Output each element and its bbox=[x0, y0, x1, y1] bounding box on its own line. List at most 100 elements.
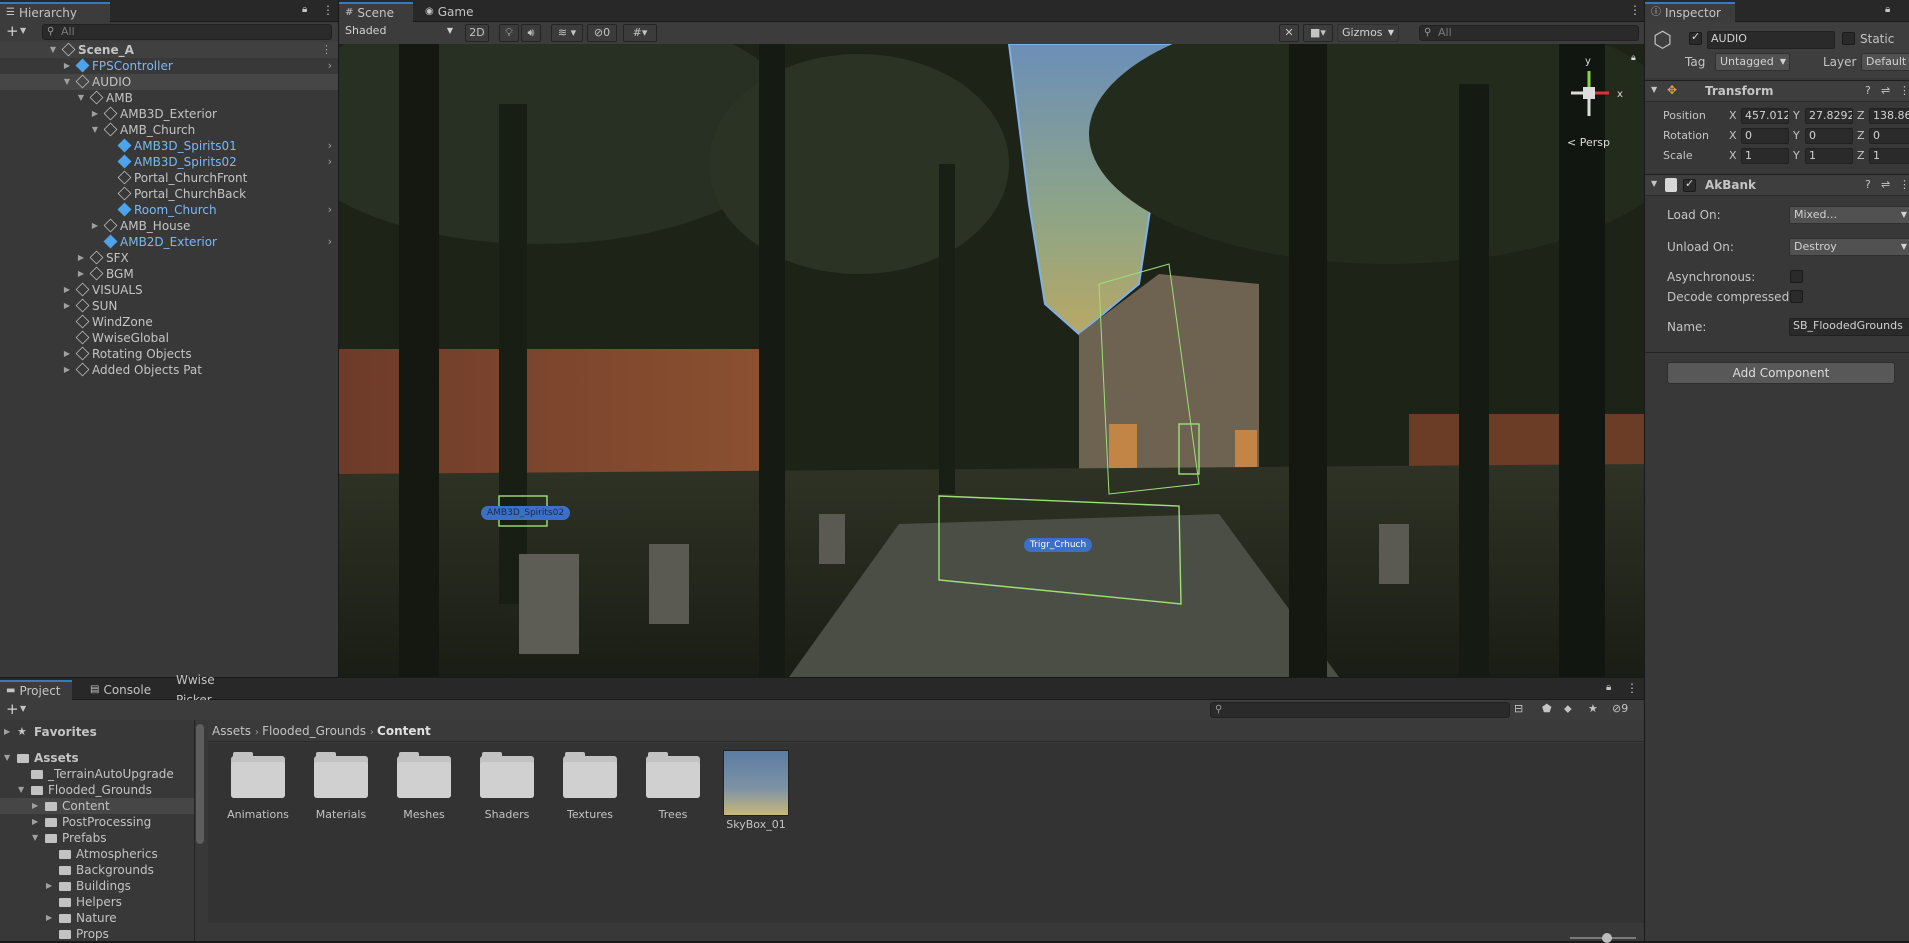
hierarchy-row[interactable]: Portal_ChurchBack bbox=[0, 186, 338, 202]
tab-project[interactable]: ▬ Project bbox=[0, 680, 72, 700]
transform-position-z-field[interactable]: 138.86 bbox=[1869, 108, 1909, 124]
asset-item[interactable]: Animations bbox=[223, 752, 293, 821]
tag-dropdown[interactable]: Untagged ▼ bbox=[1715, 53, 1790, 71]
create-asset-button[interactable]: + bbox=[6, 700, 19, 718]
help-icon[interactable]: ? bbox=[1865, 84, 1871, 97]
breadcrumb-assets[interactable]: Assets bbox=[212, 724, 251, 738]
project-tree-item[interactable]: Helpers bbox=[0, 894, 194, 910]
hierarchy-row[interactable]: AMB3D_Spirits01 › bbox=[0, 138, 338, 154]
project-tree-item[interactable]: Props bbox=[0, 926, 194, 941]
hierarchy-row[interactable]: ▶ VISUALS bbox=[0, 282, 338, 298]
chevron-down-icon[interactable]: ▼ bbox=[4, 750, 10, 766]
add-dropdown-icon[interactable]: ▼ bbox=[20, 26, 26, 35]
hierarchy-row[interactable]: ▶ AMB3D_Exterior bbox=[0, 106, 338, 122]
filter-label-icon[interactable]: ⬟ bbox=[1542, 702, 1552, 715]
grid-snap-icon[interactable]: #▾ bbox=[623, 24, 657, 42]
project-search-input[interactable]: ⚲ bbox=[1210, 702, 1510, 718]
hierarchy-row[interactable]: Room_Church › bbox=[0, 202, 338, 218]
tab-scene[interactable]: # Scene bbox=[339, 2, 413, 22]
hierarchy-row[interactable]: WindZone bbox=[0, 314, 338, 330]
hierarchy-row[interactable]: ▶ AMB_House bbox=[0, 218, 338, 234]
transform-rotation-z-field[interactable]: 0 bbox=[1869, 128, 1909, 144]
transform-position-x-field[interactable]: 457.012 bbox=[1741, 108, 1789, 124]
add-object-button[interactable]: + bbox=[6, 22, 19, 40]
bank-name-field[interactable]: SB_FloodedGrounds bbox=[1789, 318, 1909, 336]
project-tree-item[interactable]: _TerrainAutoUpgrade bbox=[0, 766, 194, 782]
tab-inspector[interactable]: ⓘ Inspector bbox=[1645, 2, 1735, 22]
add-dropdown-icon[interactable]: ▼ bbox=[20, 704, 26, 713]
favorite-star-icon[interactable]: ★ bbox=[1588, 702, 1598, 715]
chevron-right-icon[interactable]: ▶ bbox=[62, 58, 72, 74]
tab-wwise-picker[interactable]: Wwise Picker bbox=[170, 673, 260, 707]
hierarchy-row[interactable]: ▶ SFX bbox=[0, 250, 338, 266]
effects-toggle-icon[interactable]: ≋ ▾ bbox=[551, 24, 583, 42]
akbank-header[interactable]: ▼ AkBank ? ⇌ ⋮ bbox=[1645, 174, 1909, 196]
load-on-dropdown[interactable]: Mixed... ▼ bbox=[1789, 206, 1909, 224]
tree-scrollbar[interactable] bbox=[196, 724, 204, 844]
hidden-packages-button[interactable]: ⊘9 bbox=[1612, 702, 1628, 715]
tab-hierarchy[interactable]: ☰ Hierarchy bbox=[0, 2, 110, 22]
decode-checkbox[interactable] bbox=[1790, 290, 1803, 303]
search-by-type-icon[interactable]: ⊟ bbox=[1514, 702, 1523, 715]
lock-icon[interactable]: 🔒︎ bbox=[1885, 4, 1890, 15]
project-tree-item[interactable]: ▶ Nature bbox=[0, 910, 194, 926]
chevron-down-icon[interactable]: ▼ bbox=[48, 42, 58, 58]
gizmos-dropdown[interactable]: Gizmos ▼ bbox=[1337, 24, 1399, 42]
lighting-toggle-icon[interactable]: 💡︎ bbox=[499, 24, 519, 42]
kebab-menu-icon[interactable]: ⋮ bbox=[321, 42, 332, 58]
tab-game[interactable]: ◉ Game bbox=[419, 2, 479, 22]
asset-item[interactable]: Shaders bbox=[472, 752, 542, 821]
chevron-down-icon[interactable]: ▼ bbox=[32, 830, 38, 846]
kebab-menu-icon[interactable]: ⋮ bbox=[1899, 84, 1909, 97]
lock-icon[interactable]: 🔒︎ bbox=[1631, 53, 1636, 63]
asset-item[interactable]: Materials bbox=[306, 752, 376, 821]
hierarchy-row[interactable]: AMB3D_Spirits02 › bbox=[0, 154, 338, 170]
zoom-slider-thumb[interactable] bbox=[1602, 933, 1612, 943]
chevron-down-icon[interactable]: ▼ bbox=[62, 74, 72, 90]
project-tree-item[interactable]: Atmospherics bbox=[0, 846, 194, 862]
breadcrumb-content[interactable]: Content bbox=[377, 724, 431, 738]
chevron-down-icon[interactable]: ▼ bbox=[18, 782, 24, 798]
transform-position-y-field[interactable]: 27.8292 bbox=[1805, 108, 1853, 124]
chevron-right-icon[interactable]: ▶ bbox=[32, 814, 38, 830]
transform-rotation-x-field[interactable]: 0 bbox=[1741, 128, 1789, 144]
unload-on-dropdown[interactable]: Destroy ▼ bbox=[1789, 238, 1909, 256]
spirits-label[interactable]: AMB3D_Spirits02 bbox=[481, 506, 571, 520]
chevron-right-icon[interactable]: ▶ bbox=[62, 282, 72, 298]
async-checkbox[interactable] bbox=[1790, 270, 1803, 283]
project-tree-item[interactable]: ▼ Prefabs bbox=[0, 830, 194, 846]
static-checkbox[interactable] bbox=[1842, 32, 1855, 45]
asset-item[interactable]: SkyBox_01 bbox=[721, 750, 791, 831]
chevron-right-icon[interactable]: ▶ bbox=[62, 362, 72, 378]
hierarchy-row[interactable]: ▼ AMB bbox=[0, 90, 338, 106]
project-tree-item[interactable]: ▶ Buildings bbox=[0, 878, 194, 894]
chevron-right-icon[interactable]: ▶ bbox=[76, 250, 86, 266]
project-tree-item[interactable]: ▼ Flooded_Grounds bbox=[0, 782, 194, 798]
help-icon[interactable]: ? bbox=[1865, 178, 1871, 191]
persp-label[interactable]: < Persp bbox=[1567, 136, 1610, 149]
hierarchy-row[interactable]: ▼ Scene_A ⋮ bbox=[0, 42, 338, 58]
hierarchy-row[interactable]: WwiseGlobal bbox=[0, 330, 338, 346]
hierarchy-row[interactable]: Portal_ChurchFront bbox=[0, 170, 338, 186]
lock-icon[interactable]: 🔒︎ bbox=[1606, 682, 1611, 693]
transform-scale-z-field[interactable]: 1 bbox=[1869, 148, 1909, 164]
hierarchy-row[interactable]: ▶ Added Objects Pat bbox=[0, 362, 338, 378]
asset-item[interactable]: Meshes bbox=[389, 752, 459, 821]
chevron-right-icon[interactable]: ▶ bbox=[90, 106, 100, 122]
project-tree-item[interactable]: Backgrounds bbox=[0, 862, 194, 878]
project-tree-item[interactable]: ▶ ★ Favorites bbox=[0, 724, 194, 740]
hierarchy-row[interactable]: ▶ FPSController › bbox=[0, 58, 338, 74]
chevron-down-icon[interactable]: ▼ bbox=[76, 90, 86, 106]
chevron-right-icon[interactable]: › bbox=[328, 58, 332, 74]
transform-rotation-y-field[interactable]: 0 bbox=[1805, 128, 1853, 144]
trigger-label[interactable]: Trigr_Crhuch bbox=[1024, 538, 1093, 552]
active-checkbox[interactable] bbox=[1689, 30, 1702, 45]
chevron-right-icon[interactable]: ▶ bbox=[62, 346, 72, 362]
object-name-field[interactable]: AUDIO bbox=[1707, 31, 1835, 49]
audio-toggle-icon[interactable]: 🔊︎ bbox=[521, 24, 541, 42]
2d-toggle-button[interactable]: 2D bbox=[465, 24, 489, 42]
chevron-down-icon[interactable]: ▼ bbox=[90, 122, 100, 138]
chevron-right-icon[interactable]: ▶ bbox=[46, 878, 52, 894]
hierarchy-row[interactable]: ▶ Rotating Objects bbox=[0, 346, 338, 362]
tag-icon[interactable]: ⬥ bbox=[1564, 702, 1572, 716]
